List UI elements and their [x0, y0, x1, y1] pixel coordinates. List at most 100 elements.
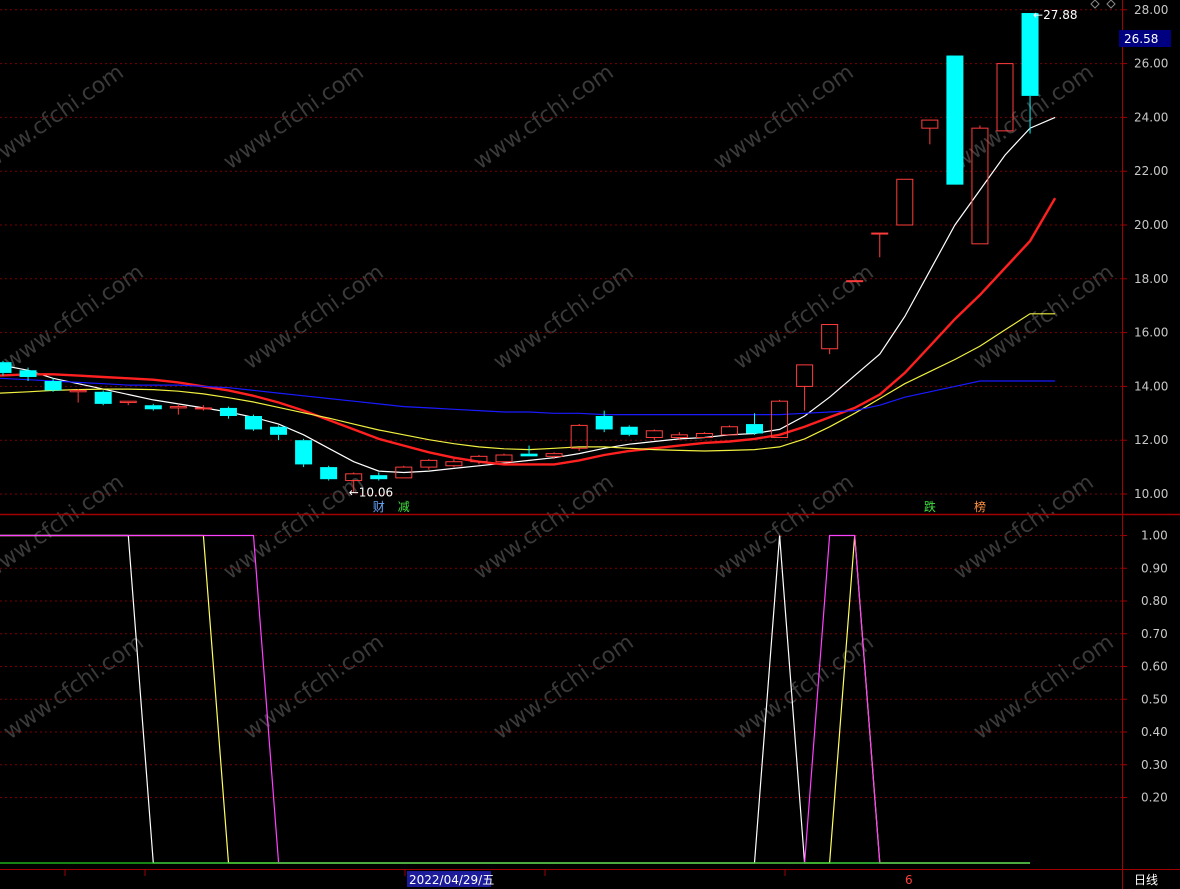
- candle[interactable]: [144, 403, 162, 411]
- candle[interactable]: [245, 414, 262, 431]
- high-value: 27.88: [1043, 8, 1077, 22]
- price-tick-label: 18.00: [1134, 272, 1168, 286]
- candle[interactable]: [219, 406, 237, 419]
- indicator-tick-label: 0.70: [1141, 627, 1168, 641]
- period-button[interactable]: 日线: [1134, 873, 1158, 887]
- stock-chart-canvas[interactable]: www.cfchi.com www.cfchi.com www.cfchi.com w…: [0, 0, 1180, 889]
- candle[interactable]: [295, 438, 313, 468]
- watermark-text: www.cfchi.com: [729, 260, 878, 375]
- candle-body-down: [746, 424, 763, 434]
- candle-body-up: [420, 459, 438, 468]
- watermark-text: www.cfchi.com: [239, 260, 388, 375]
- candle-body-up: [545, 453, 563, 457]
- indicator-tick-label: 0.90: [1141, 561, 1168, 575]
- event-marker[interactable]: 跌: [924, 499, 936, 514]
- watermark-text: www.cfchi.com: [709, 470, 858, 585]
- candle-body-up: [720, 426, 738, 436]
- candle[interactable]: [896, 178, 914, 226]
- event-marker[interactable]: 减: [398, 500, 410, 514]
- low-arrow: ←: [349, 485, 359, 499]
- candlestick-series[interactable]: [0, 13, 1039, 493]
- price-axis: 10.00 12.00 14.00 16.00 18.00 20.00 22.00 24.00…: [1122, 3, 1168, 501]
- candle[interactable]: [520, 445, 538, 457]
- watermark-text: www.cfchi.com: [219, 470, 368, 585]
- candle-body-down: [620, 426, 638, 435]
- candle[interactable]: [370, 472, 388, 481]
- watermark-text: www.cfchi.com: [969, 630, 1118, 745]
- candle-body-up: [921, 119, 939, 129]
- candle-body-down: [595, 415, 613, 430]
- price-tick-label: 26.00: [1134, 57, 1168, 71]
- high-arrow: ←: [1033, 8, 1043, 22]
- candle-body-up: [194, 407, 212, 410]
- indicator-tick-label: 0.20: [1141, 791, 1168, 805]
- price-tick-label: 22.00: [1134, 164, 1168, 178]
- candle[interactable]: [946, 55, 964, 185]
- candle-body-up: [670, 434, 688, 439]
- candle[interactable]: [871, 232, 889, 258]
- diamond-icon[interactable]: [1090, 0, 1100, 9]
- current-price-value: 26.58: [1124, 32, 1158, 46]
- candle-body-up: [495, 454, 513, 463]
- indicator-tick-label: 0.40: [1141, 725, 1168, 739]
- candle-body-up: [821, 324, 839, 350]
- candle[interactable]: [645, 429, 663, 441]
- indicator-tick-label: 0.50: [1141, 692, 1168, 706]
- watermark-text: www.cfchi.com: [729, 630, 878, 745]
- watermark-text: www.cfchi.com: [949, 470, 1098, 585]
- event-markers[interactable]: 财减 跌 榜: [373, 499, 986, 514]
- price-tick-label: 24.00: [1134, 110, 1168, 124]
- candle-body-down: [946, 55, 964, 185]
- indicator-grid: [0, 535, 1122, 798]
- axis-marker: 6: [905, 873, 913, 887]
- watermark-text: www.cfchi.com: [0, 260, 149, 375]
- candle-body-down: [320, 467, 338, 480]
- candle[interactable]: [720, 425, 738, 436]
- candle-body-down: [295, 440, 313, 465]
- indicator-tick-label: 1.00: [1141, 529, 1168, 543]
- candle[interactable]: [69, 389, 87, 403]
- candle[interactable]: [169, 403, 187, 415]
- candle[interactable]: [746, 413, 763, 435]
- watermark-text: www.cfchi.com: [0, 630, 149, 745]
- candle[interactable]: [821, 324, 839, 355]
- price-tick-label: 28.00: [1134, 3, 1168, 17]
- indicator-tick-label: 0.80: [1141, 594, 1168, 608]
- candle-body-down: [270, 426, 288, 435]
- candle[interactable]: [420, 459, 438, 470]
- low-value: 10.06: [359, 485, 393, 499]
- candle-body-up: [871, 232, 889, 235]
- candle-body-up: [570, 424, 588, 449]
- candle[interactable]: [94, 390, 112, 406]
- watermark-text: www.cfchi.com: [969, 260, 1118, 375]
- indicator-tick-label: 0.60: [1141, 660, 1168, 674]
- candle-body-up: [169, 406, 187, 409]
- event-marker[interactable]: 榜: [974, 499, 986, 514]
- candle-body-down: [245, 415, 262, 430]
- candle[interactable]: [620, 425, 638, 437]
- candle[interactable]: [846, 280, 864, 283]
- candle-body-up: [896, 178, 914, 226]
- candle[interactable]: [119, 400, 137, 406]
- watermark-text: www.cfchi.com: [489, 260, 638, 375]
- candle-body-down: [370, 475, 388, 480]
- candle-body-down: [144, 405, 162, 410]
- candle[interactable]: [495, 453, 513, 463]
- price-tick-label: 16.00: [1134, 326, 1168, 340]
- ma-line-ma5: [0, 116, 1056, 474]
- candle-body-down: [520, 453, 538, 457]
- price-tick-label: 14.00: [1134, 379, 1168, 393]
- event-marker[interactable]: 财: [373, 500, 385, 514]
- candle[interactable]: [194, 405, 212, 411]
- candle-body-down: [219, 407, 237, 416]
- indicator-tick-label: 0.30: [1141, 758, 1168, 772]
- candle[interactable]: [445, 459, 463, 468]
- candle[interactable]: [320, 465, 338, 481]
- date-label: 2022/04/29/五: [409, 873, 494, 887]
- candle[interactable]: [0, 360, 12, 376]
- candle[interactable]: [796, 364, 814, 411]
- candle[interactable]: [270, 425, 288, 441]
- candle[interactable]: [921, 119, 939, 145]
- diamond-icon[interactable]: [1106, 0, 1116, 9]
- low-price-label: ←10.06: [349, 485, 393, 499]
